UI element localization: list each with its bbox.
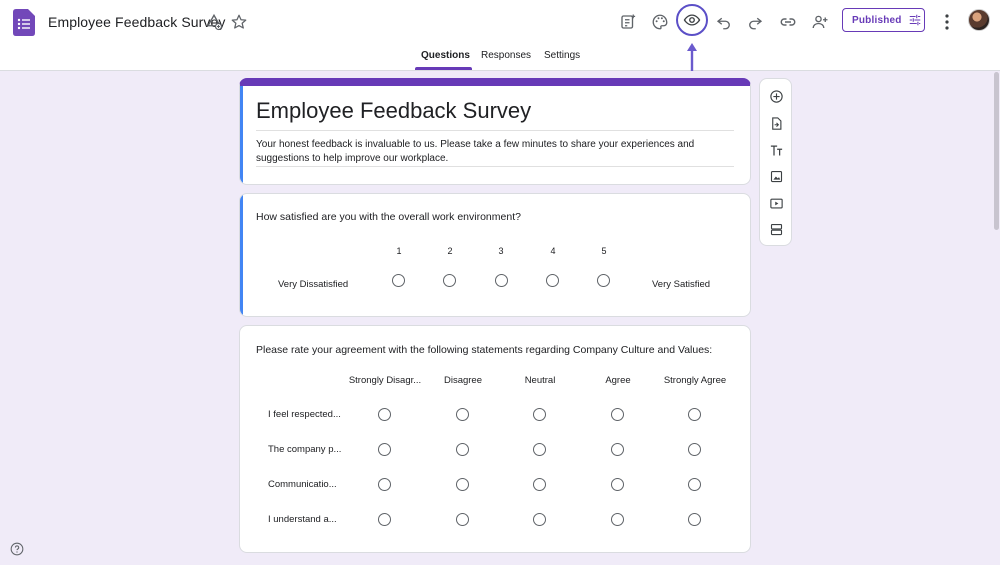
grid-column-header: Strongly Disagr... [348,375,422,386]
star-icon[interactable] [230,13,248,31]
scale-high-label: Very Satisfied [652,279,711,290]
grid-radio[interactable] [688,408,701,421]
title-underline [256,130,734,131]
grid-radio[interactable] [688,443,701,456]
tab-responses[interactable]: Responses [481,50,531,61]
scale-number: 1 [396,246,402,256]
add-image-icon[interactable] [767,167,785,185]
forms-logo-icon[interactable] [13,9,35,36]
scale-radio-2[interactable] [443,274,456,287]
grid-radio[interactable] [533,408,546,421]
tab-questions[interactable]: Questions [421,50,470,61]
addon-icon[interactable] [616,10,640,34]
grid-row-label: I understand a... [268,514,337,525]
grid-radio[interactable] [533,478,546,491]
selected-card-accent [240,194,243,316]
form-description[interactable]: Your honest feedback is invaluable to us… [256,138,726,166]
page-scrollbar-thumb[interactable] [994,72,999,230]
question-title[interactable]: Please rate your agreement with the foll… [256,344,712,356]
grid-row-label: I feel respected... [268,409,341,420]
scale-low-label: Very Dissatisfied [278,279,349,290]
avatar[interactable] [968,9,990,31]
tab-settings[interactable]: Settings [544,50,580,61]
form-title[interactable]: Employee Feedback Survey [256,98,531,124]
grid-radio[interactable] [456,408,469,421]
grid-radio[interactable] [533,443,546,456]
published-button[interactable]: Published [842,8,925,32]
scale-number: 2 [447,246,453,256]
scale-radio-4[interactable] [546,274,559,287]
publish-settings-icon [909,14,920,26]
grid-column-header: Strongly Agree [663,375,727,386]
grid-column-header: Neutral [524,375,556,386]
grid-radio[interactable] [378,408,391,421]
grid-radio[interactable] [378,443,391,456]
grid-radio[interactable] [611,408,624,421]
scale-radio-3[interactable] [495,274,508,287]
document-title[interactable]: Employee Feedback Survey [48,14,226,30]
drive-move-icon[interactable] [205,13,223,31]
preview-eye-icon [683,14,701,26]
grid-radio[interactable] [378,513,391,526]
published-label: Published [852,14,902,26]
add-title-icon[interactable] [767,141,785,159]
more-vert-icon[interactable] [940,13,954,31]
question-title[interactable]: How satisfied are you with the overall w… [256,211,521,223]
redo-icon[interactable] [743,10,767,34]
grid-radio[interactable] [611,443,624,456]
link-icon[interactable] [776,10,800,34]
grid-radio[interactable] [611,513,624,526]
form-title-card[interactable]: Employee Feedback Survey Your honest fee… [239,78,751,185]
grid-row-label: Communicatio... [268,479,337,490]
grid-radio[interactable] [533,513,546,526]
palette-icon[interactable] [648,10,672,34]
import-questions-icon[interactable] [767,114,785,132]
add-section-icon[interactable] [767,220,785,238]
scale-number: 5 [601,246,607,256]
grid-radio[interactable] [456,513,469,526]
grid-column-header: Agree [605,375,631,386]
question-card-linear-scale[interactable]: How satisfied are you with the overall w… [239,193,751,317]
grid-radio[interactable] [456,478,469,491]
active-tab-indicator [415,67,472,70]
scale-number: 4 [550,246,556,256]
add-collaborator-icon[interactable] [808,10,832,34]
description-underline [256,166,734,167]
undo-icon[interactable] [712,10,736,34]
scale-number: 3 [498,246,504,256]
help-icon[interactable] [10,542,24,556]
grid-radio[interactable] [611,478,624,491]
grid-radio[interactable] [688,513,701,526]
grid-radio[interactable] [688,478,701,491]
preview-button[interactable] [676,4,708,36]
grid-column-header: Disagree [443,375,483,386]
grid-row-label: The company p... [268,444,342,455]
scale-radio-1[interactable] [392,274,405,287]
add-video-icon[interactable] [767,194,785,212]
question-card-grid[interactable]: Please rate your agreement with the foll… [239,325,751,553]
selected-card-accent [240,86,243,184]
app-header: Employee Feedback Survey Published Quest… [0,0,1000,71]
tab-bar: Questions Responses Settings [0,50,1000,70]
add-question-icon[interactable] [767,87,785,105]
scale-radio-5[interactable] [597,274,610,287]
grid-radio[interactable] [456,443,469,456]
grid-radio[interactable] [378,478,391,491]
floating-toolbar [759,78,792,246]
